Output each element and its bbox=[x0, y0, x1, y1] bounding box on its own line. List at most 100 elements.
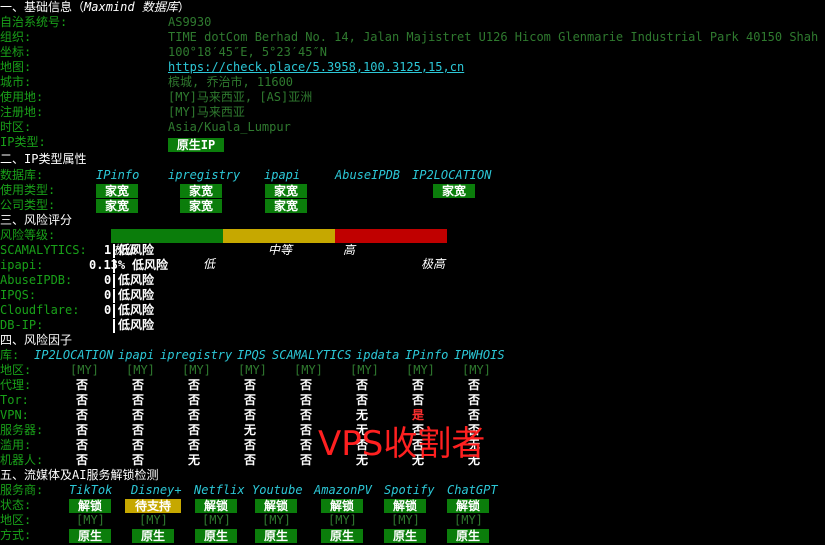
factor-source: IPWHOIS bbox=[454, 348, 505, 362]
score-divider bbox=[113, 274, 115, 288]
service-region: [MY] bbox=[76, 513, 105, 527]
factor-cell: 无 bbox=[356, 408, 369, 422]
timezone-label: 时区: bbox=[0, 120, 32, 134]
factor-cell: 否 bbox=[132, 438, 145, 452]
source-ipapi: ipapi bbox=[264, 168, 301, 182]
coords-value: 100°18′45″E, 5°23′45″N bbox=[168, 45, 327, 59]
factor-cell: 否 bbox=[76, 393, 89, 407]
factor-cell: 否 bbox=[244, 393, 257, 407]
method-label: 方式: bbox=[0, 528, 32, 542]
risk-scale-bar-low: 极低 低 bbox=[111, 229, 223, 271]
risk-level-text: 低风险 bbox=[118, 243, 155, 257]
factor-cell: [MY] bbox=[406, 363, 435, 377]
factor-cell: [MY] bbox=[294, 363, 323, 377]
score-divider bbox=[113, 304, 115, 318]
map-link[interactable]: https://check.place/5.3958,100.3125,15,c… bbox=[168, 60, 464, 75]
section1-heading: 一、基础信息（Maxmind 数据库） bbox=[0, 0, 190, 14]
score-divider bbox=[113, 244, 115, 258]
factor-cell: 否 bbox=[244, 453, 257, 467]
factor-cell: [MY] bbox=[182, 363, 211, 377]
factor-cell: 否 bbox=[76, 438, 89, 452]
factor-db-label: 库: bbox=[0, 348, 20, 362]
factor-row-label: 地区: bbox=[0, 363, 32, 377]
asn-value: AS9930 bbox=[168, 15, 212, 29]
db-label: 数据库: bbox=[0, 168, 44, 182]
factor-cell: [MY] bbox=[126, 363, 155, 377]
factor-cell: 否 bbox=[244, 408, 257, 422]
status-badge: 解锁 bbox=[255, 499, 297, 513]
factor-cell: 否 bbox=[188, 393, 201, 407]
score-value: 0.13% bbox=[89, 258, 126, 272]
factor-cell: 否 bbox=[188, 423, 201, 437]
status-badge: 解锁 bbox=[447, 499, 489, 513]
company-type-badge: 家宽 bbox=[265, 199, 307, 213]
factor-cell: 否 bbox=[132, 378, 145, 392]
source-ipregistry: ipregistry bbox=[168, 168, 241, 182]
method-badge: 原生 bbox=[69, 529, 111, 543]
score-label-scamalytics: SCAMALYTICS: bbox=[0, 243, 87, 257]
section3-heading: 三、风险评分 bbox=[0, 213, 73, 227]
method-badge: 原生 bbox=[384, 529, 426, 543]
factor-cell: 否 bbox=[244, 378, 257, 392]
org-value: TIME dotCom Berhad No. 14, Jalan Majistr… bbox=[168, 30, 825, 44]
company-type-badge: 家宽 bbox=[96, 199, 138, 213]
score-label-abuseipdb: AbuseIPDB: bbox=[0, 273, 73, 287]
service-tiktok: TikTok bbox=[69, 483, 113, 497]
factor-cell: 否 bbox=[76, 453, 89, 467]
risk-scale-bar-high: 高 极高 bbox=[335, 229, 447, 271]
risk-scale-bar-medium: 中等 bbox=[223, 229, 335, 257]
service-region: [MY] bbox=[139, 513, 168, 527]
watermark: VPS收割者 bbox=[318, 424, 486, 464]
factor-cell: [MY] bbox=[350, 363, 379, 377]
method-badge: 原生 bbox=[195, 529, 237, 543]
service-region: [MY] bbox=[262, 513, 291, 527]
factor-cell: 否 bbox=[76, 378, 89, 392]
factor-cell: [MY] bbox=[70, 363, 99, 377]
status-badge: 解锁 bbox=[195, 499, 237, 513]
service-amazonpv: AmazonPV bbox=[314, 483, 372, 497]
source-abuseipdb: AbuseIPDB bbox=[335, 168, 401, 182]
risk-level-text: 低风险 bbox=[118, 303, 155, 317]
factor-cell: [MY] bbox=[238, 363, 267, 377]
usage-type-label: 使用类型: bbox=[0, 183, 56, 197]
method-badge: 原生 bbox=[321, 529, 363, 543]
status-badge: 解锁 bbox=[321, 499, 363, 513]
method-badge: 原生 bbox=[447, 529, 489, 543]
registry-value: [MY]马来西亚 bbox=[168, 105, 245, 119]
risk-level-text: 低风险 bbox=[118, 318, 155, 332]
factor-cell: 否 bbox=[132, 453, 145, 467]
factor-source: SCAMALYTICS bbox=[272, 348, 352, 362]
factor-cell: 否 bbox=[356, 393, 369, 407]
source-ipinfo: IPinfo bbox=[96, 168, 140, 182]
factor-cell: 否 bbox=[76, 423, 89, 437]
factor-cell: 是 bbox=[412, 408, 425, 422]
service-region: [MY] bbox=[202, 513, 231, 527]
ip-type-badge: 原生IP bbox=[168, 138, 224, 152]
factor-cell: 无 bbox=[244, 423, 257, 437]
usage-type-badge: 家宽 bbox=[96, 184, 138, 198]
status-label: 状态: bbox=[0, 498, 32, 512]
factor-cell: 否 bbox=[300, 423, 313, 437]
source-ip2location: IP2LOCATION bbox=[412, 168, 492, 182]
factor-cell: 无 bbox=[188, 453, 201, 467]
factor-cell: 否 bbox=[300, 438, 313, 452]
factor-cell: 否 bbox=[412, 378, 425, 392]
factor-source: ipregistry bbox=[160, 348, 233, 362]
city-label: 城市: bbox=[0, 75, 32, 89]
timezone-value: Asia/Kuala_Lumpur bbox=[168, 120, 291, 134]
service-region: [MY] bbox=[328, 513, 357, 527]
factor-cell: 否 bbox=[468, 378, 481, 392]
factor-cell: 否 bbox=[132, 423, 145, 437]
service-region: [MY] bbox=[391, 513, 420, 527]
factor-row-label: VPN: bbox=[0, 408, 29, 422]
map-label: 地图: bbox=[0, 60, 32, 74]
service-chatgpt: ChatGPT bbox=[447, 483, 498, 497]
city-value: 槟城, 乔治市, 11600 bbox=[168, 75, 294, 89]
score-label-dbip: DB-IP: bbox=[0, 318, 44, 332]
score-divider bbox=[113, 319, 115, 333]
service-youtube: Youtube bbox=[252, 483, 303, 497]
factor-cell: 否 bbox=[300, 408, 313, 422]
service-label: 服务商: bbox=[0, 483, 44, 497]
method-badge: 原生 bbox=[255, 529, 297, 543]
score-divider bbox=[113, 289, 115, 303]
